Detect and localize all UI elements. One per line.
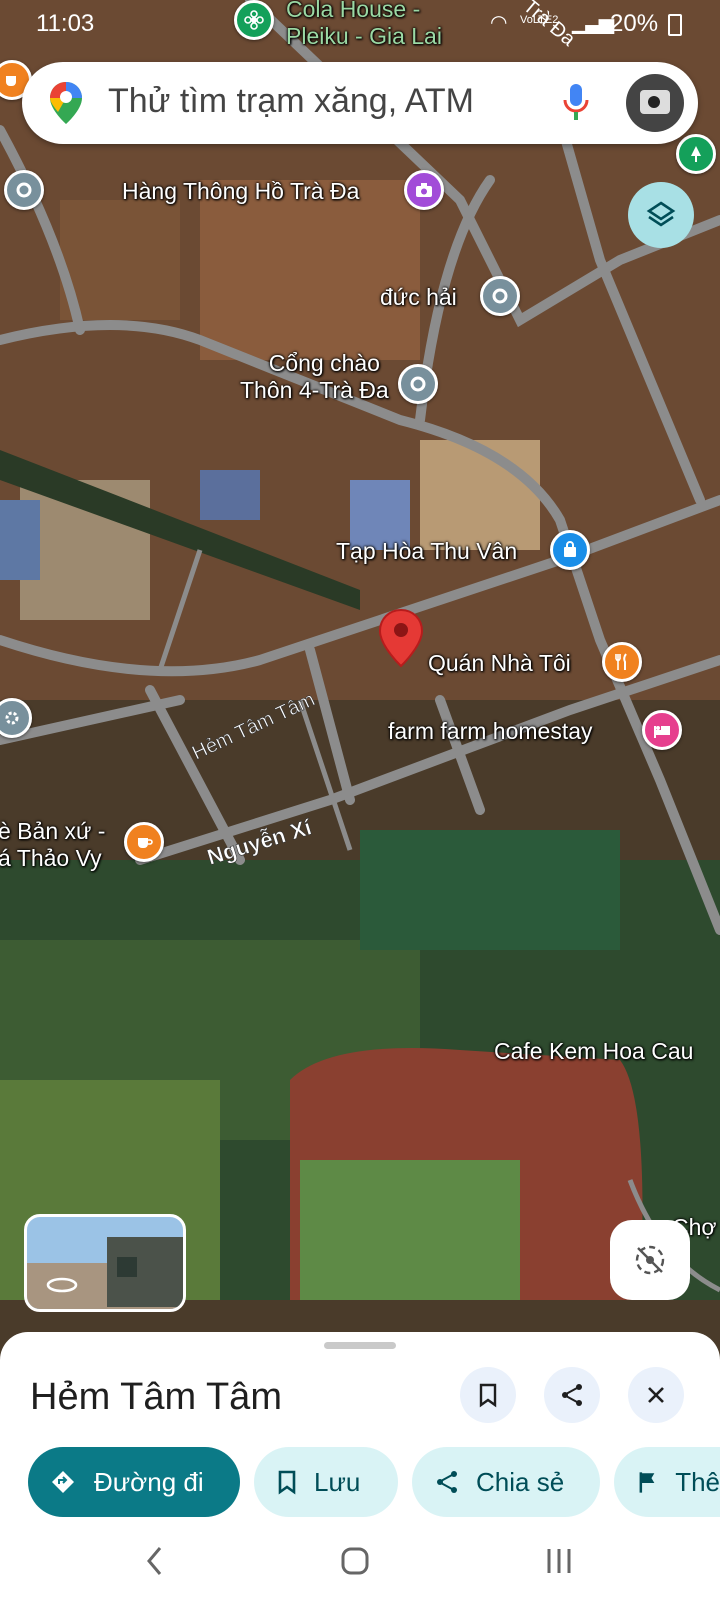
- selected-location-pin-icon[interactable]: [378, 608, 424, 670]
- bookmark-icon: [479, 1383, 497, 1408]
- share-icon: [437, 1471, 457, 1493]
- avatar[interactable]: [626, 74, 684, 132]
- poi-cafe-kem-label[interactable]: Cafe Kem Hoa Cau: [494, 1038, 693, 1065]
- directions-icon: [52, 1471, 74, 1493]
- rotate-360-icon: [46, 1277, 78, 1293]
- bookmark-icon: [278, 1470, 296, 1495]
- status-time: 11:03: [36, 10, 95, 37]
- drag-handle[interactable]: [324, 1342, 396, 1349]
- network-label: VoLTE2: [520, 14, 559, 26]
- place-gray-icon[interactable]: [480, 276, 520, 316]
- camera-icon[interactable]: [404, 170, 444, 210]
- hotel-icon[interactable]: [642, 710, 682, 750]
- directions-button[interactable]: Đường đi: [28, 1447, 240, 1517]
- locate-button[interactable]: [610, 1220, 690, 1300]
- more-label: Thê: [675, 1466, 720, 1497]
- search-bar[interactable]: Thử tìm trạm xăng, ATM: [22, 62, 698, 144]
- flag-icon: [639, 1472, 655, 1493]
- recents-icon[interactable]: [544, 1546, 574, 1576]
- battery-label: 20%: [610, 10, 659, 37]
- share-button[interactable]: Chia sẻ: [412, 1447, 600, 1517]
- restaurant-icon[interactable]: [602, 642, 642, 682]
- place-gray-icon[interactable]: [4, 170, 44, 210]
- share-icon-button[interactable]: [544, 1367, 600, 1423]
- close-icon: [648, 1387, 664, 1403]
- save-button[interactable]: Lưu: [254, 1447, 398, 1517]
- street-view-thumbnail[interactable]: [24, 1214, 186, 1312]
- poi-quan-nha-toi-label[interactable]: Quán Nhà Tôi: [428, 650, 571, 677]
- poi-farm-homestay-label[interactable]: farm farm homestay: [388, 718, 593, 745]
- place-gray-icon[interactable]: [398, 364, 438, 404]
- wifi-icon: ◠: [490, 12, 508, 34]
- poi-tap-hoa-label[interactable]: Tạp Hòa Thu Vân: [336, 538, 517, 565]
- poi-cong-chao-line1: Cổng chào: [268, 350, 380, 376]
- signal-icon: ▁▃▅: [572, 12, 614, 34]
- locate-icon: [635, 1245, 665, 1275]
- shopping-bag-icon[interactable]: [550, 530, 590, 570]
- poi-ban-xu-label[interactable]: è Bản xứ - á Thảo Vy: [0, 818, 105, 872]
- search-input[interactable]: Thử tìm trạm xăng, ATM: [108, 82, 474, 121]
- google-maps-icon: [50, 82, 82, 124]
- save-label: Lưu: [314, 1466, 361, 1497]
- mic-icon[interactable]: [562, 82, 590, 124]
- battery-icon: [668, 14, 682, 36]
- poi-cong-chao-label[interactable]: Cổng chào Thôn 4-Trà Đa: [240, 350, 389, 404]
- park-icon[interactable]: [676, 134, 716, 174]
- poi-duc-hai-label[interactable]: đức hải: [380, 284, 457, 311]
- cafe-icon[interactable]: [124, 822, 164, 862]
- close-button[interactable]: [628, 1367, 684, 1423]
- share-icon: [562, 1384, 582, 1406]
- poi-cong-chao-line2: Thôn 4-Trà Đa: [240, 377, 389, 403]
- back-icon[interactable]: [144, 1544, 166, 1578]
- share-label: Chia sẻ: [476, 1466, 565, 1497]
- poi-hang-thong-label[interactable]: Hàng Thông Hồ Trà Đa: [122, 178, 359, 205]
- poi-ban-xu-line1: è Bản xứ -: [0, 818, 106, 844]
- place-title: Hẻm Tâm Tâm: [30, 1376, 282, 1418]
- home-icon[interactable]: [340, 1546, 370, 1576]
- save-icon-button[interactable]: [460, 1367, 516, 1423]
- poi-ban-xu-line2: á Thảo Vy: [0, 845, 102, 871]
- layers-button[interactable]: [628, 182, 694, 248]
- nav-bar: [0, 1530, 720, 1605]
- layers-icon: [646, 201, 676, 227]
- directions-label: Đường đi: [94, 1466, 204, 1497]
- more-button[interactable]: Thê: [614, 1447, 720, 1517]
- status-bar: 11:03 ◠ VoLTE2 ▁▃▅ 20%: [0, 0, 720, 48]
